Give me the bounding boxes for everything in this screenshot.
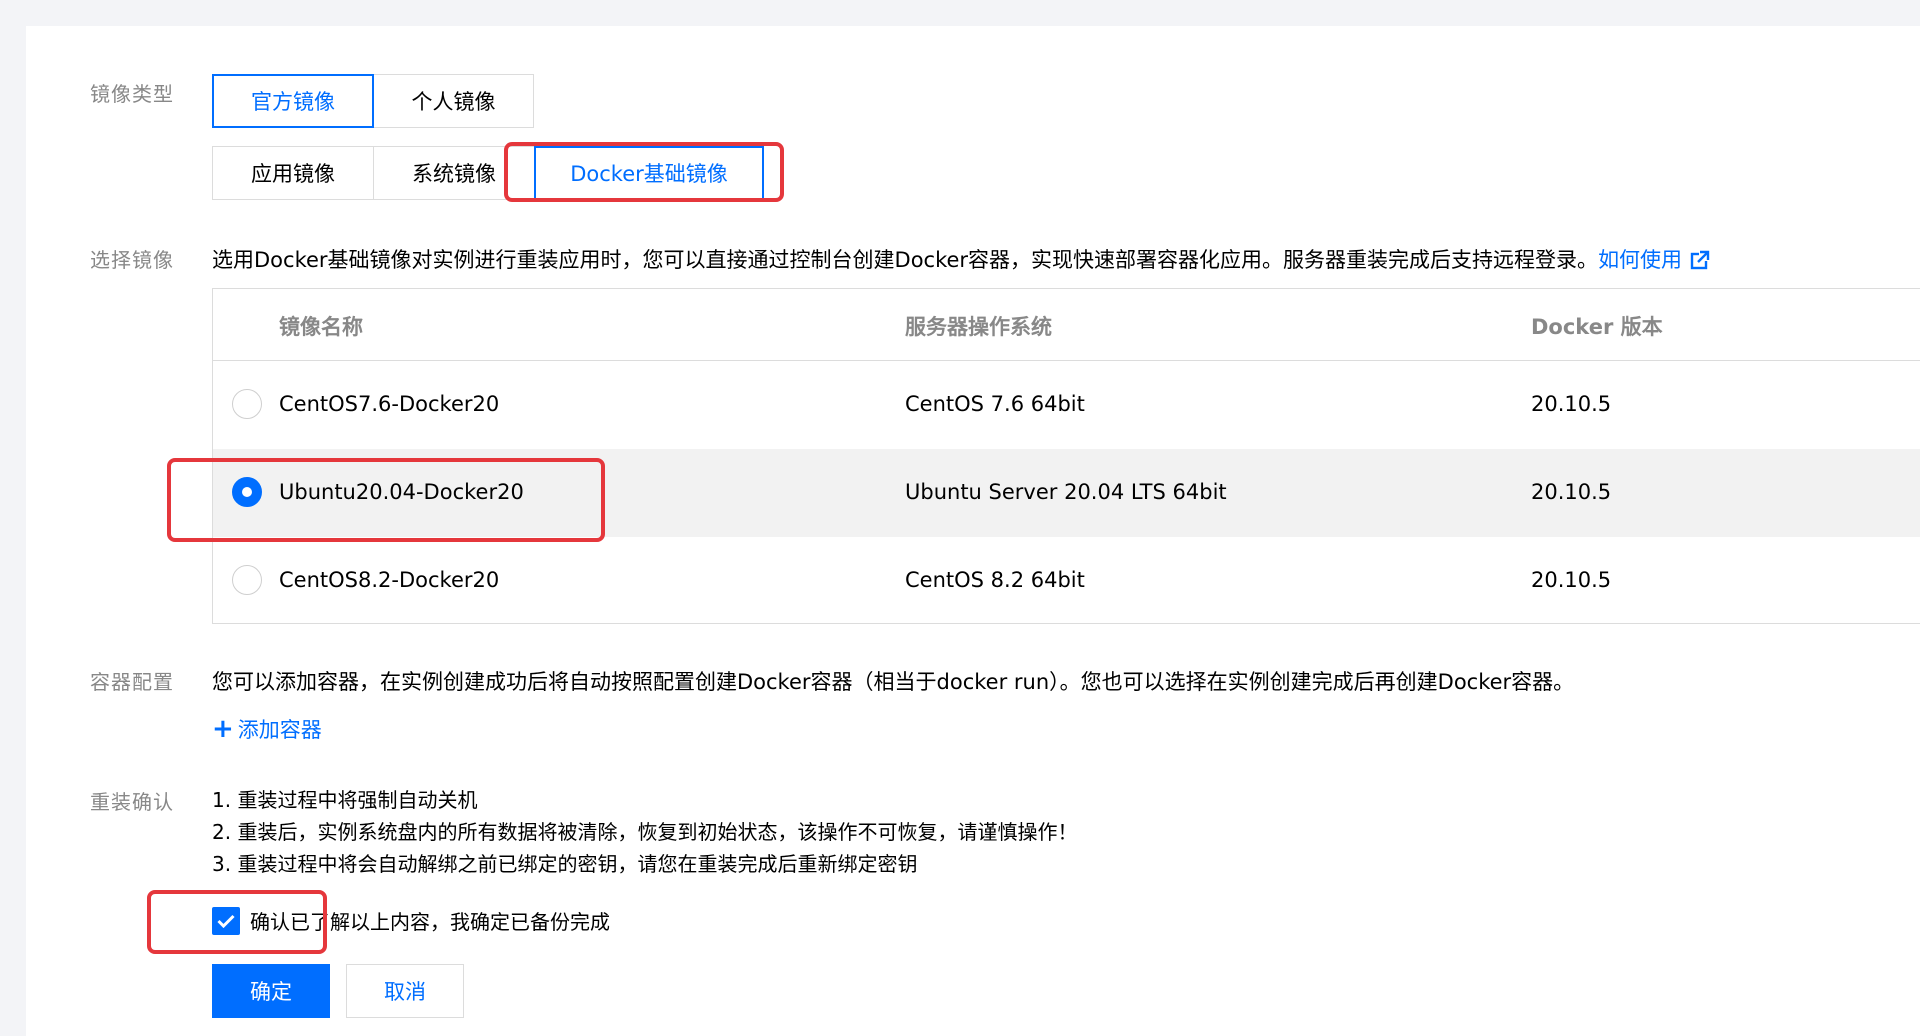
add-container-button[interactable]: + 添加容器 [212, 714, 322, 744]
tab-personal-image[interactable]: 个人镜像 [373, 74, 534, 128]
backup-confirm-checkbox[interactable]: 确认已了解以上内容，我确定已备份完成 [212, 906, 610, 935]
image-type-label: 镜像类型 [90, 82, 174, 106]
tab-system-image[interactable]: 系统镜像 [373, 146, 535, 200]
radio-button[interactable] [232, 565, 262, 595]
table-row[interactable]: CentOS8.2-Docker20 CentOS 8.2 64bit 20.1… [213, 537, 1920, 625]
radio-button-checked[interactable] [232, 477, 262, 507]
table-row[interactable]: CentOS7.6-Docker20 CentOS 7.6 64bit 20.1… [213, 361, 1920, 449]
docker-version-cell: 20.10.5 [1531, 480, 1612, 504]
add-container-label: 添加容器 [237, 718, 322, 742]
note-item: 3. 重装过程中将会自动解绑之前已绑定的密钥，请您在重装完成后重新绑定密钥 [212, 852, 918, 876]
docker-version-cell: 20.10.5 [1531, 568, 1612, 592]
checkbox-label: 确认已了解以上内容，我确定已备份完成 [250, 910, 610, 934]
checkmark-icon[interactable] [212, 906, 240, 935]
container-config-label: 容器配置 [90, 670, 174, 694]
plus-icon: + [212, 714, 234, 744]
select-image-description-text: 选用Docker基础镜像对实例进行重装应用时，您可以直接通过控制台创建Docke… [212, 248, 1599, 272]
column-server-os: 服务器操作系统 [905, 315, 1052, 339]
os-cell: CentOS 7.6 64bit [905, 392, 1085, 416]
how-to-use-link[interactable]: 如何使用 [1598, 248, 1682, 272]
tab-docker-base-image[interactable]: Docker基础镜像 [534, 146, 764, 200]
note-item: 1. 重装过程中将强制自动关机 [212, 788, 478, 812]
image-name-cell: CentOS7.6-Docker20 [279, 392, 500, 416]
external-link-icon[interactable] [1690, 250, 1711, 270]
confirm-button[interactable]: 确定 [212, 964, 330, 1018]
tab-official-image[interactable]: 官方镜像 [212, 74, 374, 128]
column-image-name: 镜像名称 [279, 315, 363, 339]
select-image-description: 选用Docker基础镜像对实例进行重装应用时，您可以直接通过控制台创建Docke… [212, 244, 1711, 274]
tab-app-image[interactable]: 应用镜像 [212, 146, 374, 200]
os-cell: Ubuntu Server 20.04 LTS 64bit [905, 480, 1227, 504]
reinstall-panel: 镜像类型 官方镜像 个人镜像 应用镜像 系统镜像 Docker基础镜像 选择镜像… [26, 26, 1920, 1036]
docker-version-cell: 20.10.5 [1531, 392, 1612, 416]
image-table-header: 镜像名称 服务器操作系统 Docker 版本 [213, 289, 1920, 361]
radio-button[interactable] [232, 389, 262, 419]
container-config-description: 您可以添加容器，在实例创建成功后将自动按照配置创建Docker容器（相当于doc… [212, 670, 1575, 694]
image-name-cell: CentOS8.2-Docker20 [279, 568, 500, 592]
table-row-selected[interactable]: Ubuntu20.04-Docker20 Ubuntu Server 20.04… [213, 449, 1920, 537]
column-docker-version: Docker 版本 [1531, 315, 1663, 339]
os-cell: CentOS 8.2 64bit [905, 568, 1085, 592]
image-table: 镜像名称 服务器操作系统 Docker 版本 CentOS7.6-Docker2… [212, 288, 1920, 624]
select-image-label: 选择镜像 [90, 248, 174, 272]
reinstall-notes: 1. 重装过程中将强制自动关机 2. 重装后，实例系统盘内的所有数据将被清除，恢… [212, 784, 1077, 880]
image-name-cell: Ubuntu20.04-Docker20 [279, 480, 524, 504]
cancel-button[interactable]: 取消 [346, 964, 464, 1018]
reinstall-confirm-label: 重装确认 [90, 790, 174, 814]
note-item: 2. 重装后，实例系统盘内的所有数据将被清除，恢复到初始状态，该操作不可恢复，请… [212, 820, 1078, 844]
